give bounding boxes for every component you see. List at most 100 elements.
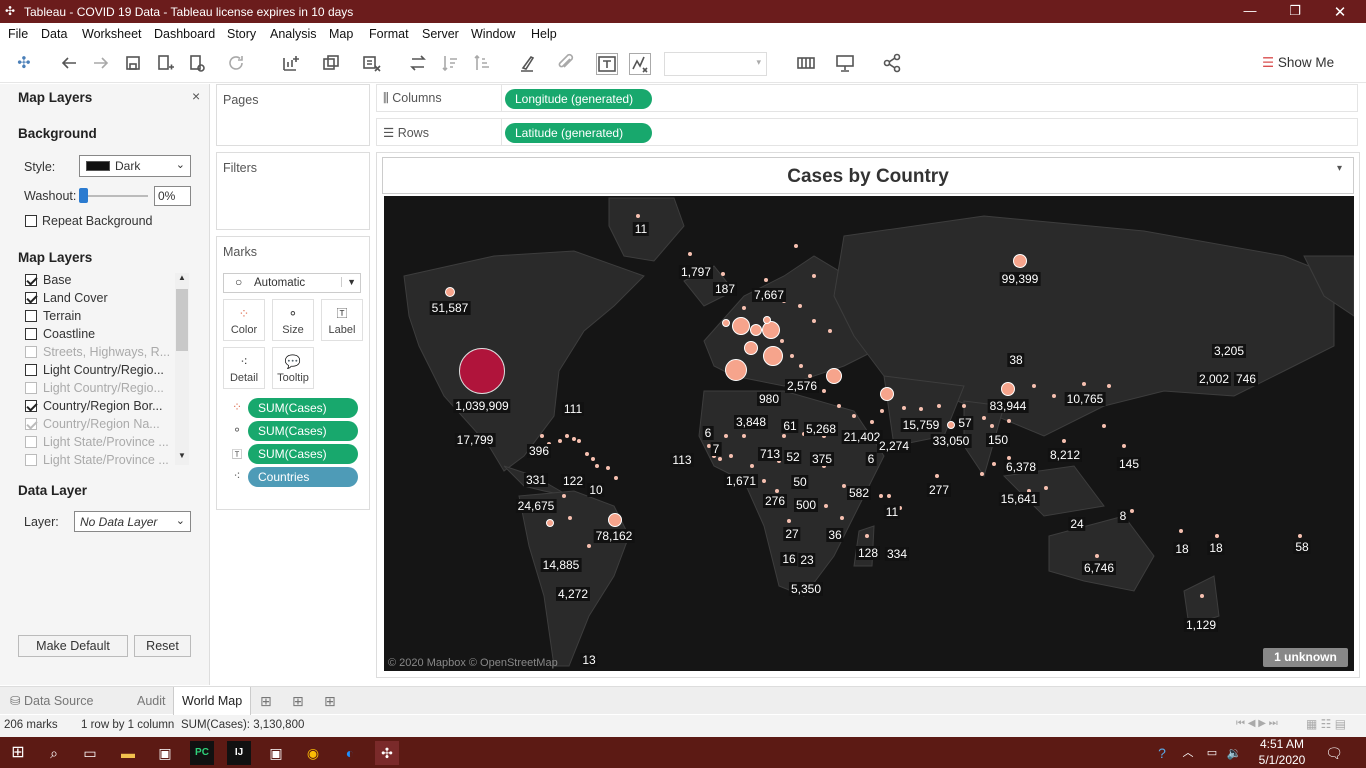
map-mark-small[interactable] (790, 354, 794, 358)
data-layer-dropdown[interactable]: No Data Layer ⌄ (74, 511, 191, 532)
columns-shelf[interactable]: ⫼ Columns Longitude (generated) (376, 84, 1358, 112)
sort-ascending-icon[interactable] (439, 53, 461, 75)
map-mark-small[interactable] (606, 466, 610, 470)
restore-button[interactable]: ❐ (1275, 3, 1315, 19)
map-mark-small[interactable] (595, 464, 599, 468)
map-mark-circle[interactable] (826, 368, 842, 384)
map-mark-small[interactable] (750, 464, 754, 468)
layer-streets-checkbox[interactable] (25, 346, 37, 358)
longitude-pill[interactable]: Longitude (generated) (505, 89, 652, 109)
map-mark-small[interactable] (742, 434, 746, 438)
app-icon[interactable]: ▣ (153, 741, 177, 765)
map-mark-small[interactable] (937, 404, 941, 408)
map-mark-small[interactable] (1130, 509, 1134, 513)
duplicate-sheet-icon[interactable] (320, 53, 342, 75)
new-dashboard-tab-icon[interactable]: ⊞ (284, 687, 312, 715)
share-icon[interactable] (881, 53, 903, 75)
washout-input[interactable]: 0% (154, 186, 191, 206)
map-mark-small[interactable] (799, 364, 803, 368)
map-mark-small[interactable] (577, 439, 581, 443)
minimize-button[interactable]: — (1230, 3, 1270, 18)
map-mark-small[interactable] (880, 409, 884, 413)
reset-button[interactable]: Reset (134, 635, 191, 657)
map-mark-circle[interactable] (750, 324, 762, 336)
label-button[interactable]: 🅃 Label (321, 299, 363, 341)
volume-icon[interactable]: 🔉 (1222, 741, 1246, 765)
data-source-tab[interactable]: ⛁ Data Source (2, 687, 101, 715)
map-mark-circle[interactable] (947, 421, 955, 429)
map-mark-small[interactable] (962, 404, 966, 408)
pages-card[interactable]: Pages (216, 84, 370, 146)
refresh-icon[interactable] (225, 53, 247, 75)
map-mark-small[interactable] (1082, 382, 1086, 386)
map-mark-circle[interactable] (725, 359, 747, 381)
map-mark-small[interactable] (587, 544, 591, 548)
size-button[interactable]: ⚬ Size (272, 299, 314, 341)
repeat-background-checkbox[interactable] (25, 215, 37, 227)
map-mark-small[interactable] (902, 406, 906, 410)
map-mark-circle[interactable] (732, 317, 750, 335)
map-mark-circle[interactable] (744, 341, 758, 355)
make-default-button[interactable]: Make Default (18, 635, 128, 657)
menu-worksheet[interactable]: Worksheet (82, 27, 142, 41)
countries-pill[interactable]: Countries (248, 467, 358, 487)
map-mark-circle[interactable] (546, 519, 554, 527)
map-mark-small[interactable] (1062, 439, 1066, 443)
terminal-icon[interactable]: ▣ (264, 741, 288, 765)
map-mark-small[interactable] (764, 278, 768, 282)
show-me-button[interactable]: ☰ Show Me (1262, 55, 1334, 71)
map-mark-small[interactable] (572, 437, 576, 441)
task-view-icon[interactable]: ▭ (78, 741, 102, 765)
map-mark-small[interactable] (1179, 529, 1183, 533)
map-mark-small[interactable] (1032, 384, 1036, 388)
view-mode-icons[interactable]: ▦ ☷ ▤ (1306, 717, 1346, 731)
map-mark-small[interactable] (782, 434, 786, 438)
map-mark-small[interactable] (1215, 534, 1219, 538)
map-mark-small[interactable] (1107, 384, 1111, 388)
menu-file[interactable]: File (8, 27, 28, 41)
scroll-down-icon[interactable]: ▼ (178, 451, 186, 460)
save-icon[interactable] (122, 53, 144, 75)
map-mark-small[interactable] (614, 476, 618, 480)
chevron-up-icon[interactable]: ︿ (1176, 741, 1200, 765)
menu-map[interactable]: Map (329, 27, 353, 41)
map-mark-small[interactable] (879, 494, 883, 498)
map-mark-small[interactable] (688, 252, 692, 256)
layer-base-checkbox[interactable] (25, 274, 37, 286)
map-mark-small[interactable] (721, 272, 725, 276)
sheet-nav-icons[interactable]: ⏮ ◀ ▶ ⏭ (1236, 718, 1278, 729)
size-sum-cases-pill[interactable]: SUM(Cases) (248, 421, 358, 441)
layer-light-state-1-checkbox[interactable] (25, 436, 37, 448)
map-mark-small[interactable] (742, 306, 746, 310)
clock-date[interactable]: 5/1/2020 (1256, 753, 1308, 767)
file-explorer-icon[interactable]: ▬ (116, 741, 140, 765)
color-sum-cases-pill[interactable]: SUM(Cases) (248, 398, 358, 418)
map-mark-small[interactable] (724, 434, 728, 438)
style-dropdown[interactable]: Dark ⌄ (79, 155, 191, 177)
clear-sheet-icon[interactable] (360, 53, 382, 75)
highlight-icon[interactable] (516, 53, 538, 75)
swap-icon[interactable] (407, 53, 429, 75)
menu-help[interactable]: Help (531, 27, 557, 41)
layer-light-country-2-checkbox[interactable] (25, 382, 37, 394)
layer-light-state-2-checkbox[interactable] (25, 454, 37, 466)
map-mark-small[interactable] (568, 516, 572, 520)
map-mark-small[interactable] (1200, 594, 1204, 598)
menu-format[interactable]: Format (369, 27, 409, 41)
map-mark-small[interactable] (562, 494, 566, 498)
map-mark-small[interactable] (565, 434, 569, 438)
map-mark-small[interactable] (798, 304, 802, 308)
map-mark-circle[interactable] (608, 513, 622, 527)
close-button[interactable]: ✕ (1320, 3, 1360, 21)
viz-title-menu-icon[interactable]: ▾ (1337, 163, 1342, 174)
map-mark-small[interactable] (585, 452, 589, 456)
menu-dashboard[interactable]: Dashboard (154, 27, 215, 41)
layer-light-country-1-checkbox[interactable] (25, 364, 37, 376)
map-mark-small[interactable] (1095, 554, 1099, 558)
map-mark-small[interactable] (822, 389, 826, 393)
map-mark-small[interactable] (1044, 486, 1048, 490)
map-mark-circle[interactable] (1013, 254, 1027, 268)
map-mark-small[interactable] (870, 420, 874, 424)
map-mark-small[interactable] (1102, 424, 1106, 428)
washout-slider-handle[interactable] (79, 188, 88, 203)
